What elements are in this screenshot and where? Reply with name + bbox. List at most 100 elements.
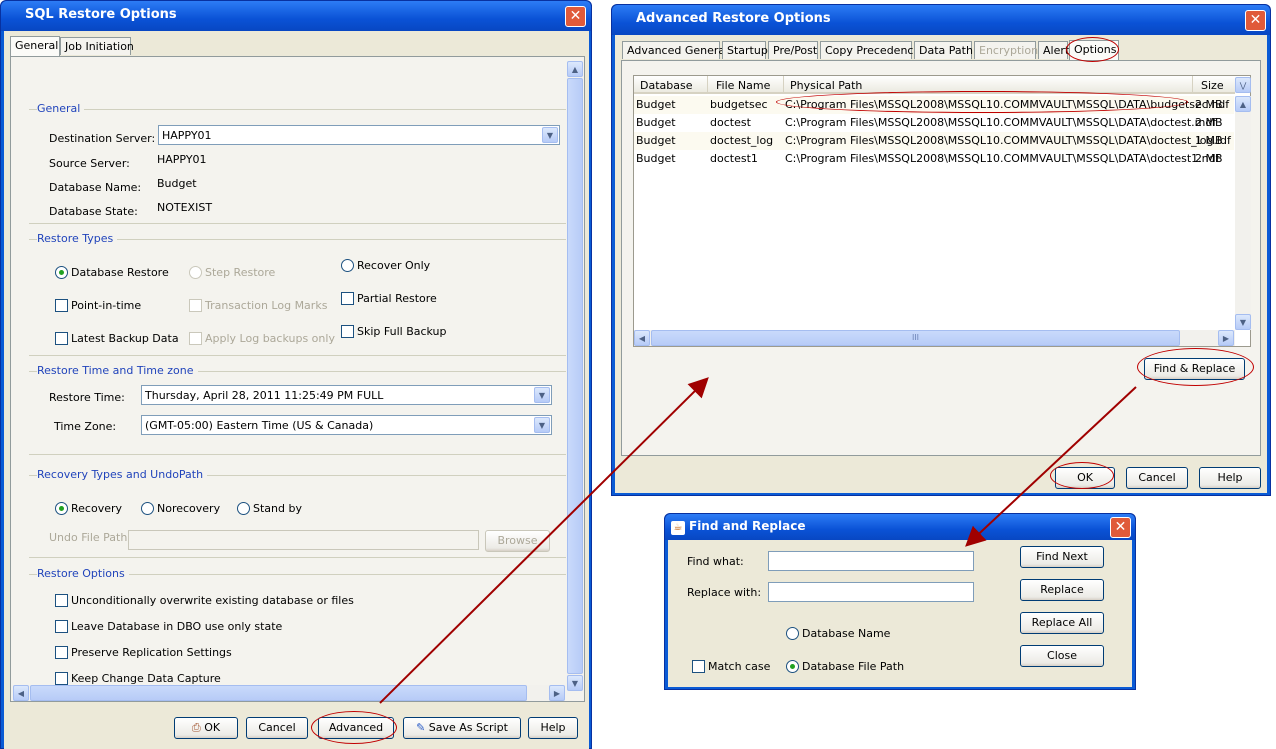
cancel-button[interactable]: Cancel (246, 717, 308, 739)
restore-time-combo[interactable]: Thursday, April 28, 2011 11:25:49 PM FUL… (141, 385, 552, 405)
close-button[interactable]: Close (1020, 645, 1104, 667)
norecovery-radio[interactable] (141, 502, 154, 515)
recovery-radio[interactable] (55, 502, 68, 515)
table-row[interactable]: Budget doctest1 C:\Program Files\MSSQL20… (634, 150, 1234, 168)
script-icon: ✎ (416, 721, 429, 734)
restore-time-value: Thursday, April 28, 2011 11:25:49 PM FUL… (145, 389, 384, 402)
tab-startup[interactable]: Startup (722, 41, 768, 59)
file-grid: Database File Name Physical Path Size ⋁ … (633, 75, 1251, 347)
recover-only-radio[interactable] (341, 259, 354, 272)
cell-database: Budget (636, 152, 676, 165)
database-restore-radio[interactable] (55, 266, 68, 279)
tab-copy-precedence[interactable]: Copy Precedence (820, 41, 920, 59)
col-size[interactable]: Size (1193, 76, 1235, 94)
close-icon[interactable]: ✕ (1245, 10, 1266, 31)
step-restore-label: Step Restore (205, 266, 276, 279)
destination-server-combo[interactable]: HAPPY01 ▼ (158, 125, 560, 145)
scroll-left-icon[interactable]: ◀ (13, 685, 29, 701)
time-zone-combo[interactable]: (GMT-05:00) Eastern Time (US & Canada) ▼ (141, 415, 552, 435)
scroll-down-icon[interactable]: ▼ (567, 675, 583, 691)
save-as-script-label: Save As Script (428, 721, 508, 734)
cell-database: Budget (636, 98, 676, 111)
point-in-time-checkbox[interactable] (55, 299, 68, 312)
table-row[interactable]: Budget doctest C:\Program Files\MSSQL200… (634, 114, 1234, 132)
scroll-down-icon[interactable]: ▼ (1235, 314, 1251, 330)
keep-change-data-capture-checkbox[interactable] (55, 672, 68, 685)
scroll-up-icon[interactable]: ▲ (567, 61, 583, 77)
tab-alert[interactable]: Alert (1038, 41, 1069, 59)
close-icon[interactable]: ✕ (565, 6, 586, 27)
save-as-script-button[interactable]: ✎ Save As Script (403, 717, 521, 739)
section-recovery-types: Recovery Types and UndoPath (37, 468, 208, 481)
chevron-down-icon[interactable]: ▼ (534, 417, 550, 433)
close-icon[interactable]: ✕ (1110, 517, 1131, 538)
horizontal-scrollbar[interactable]: ◀ ▶ (13, 685, 565, 701)
replace-with-input[interactable] (768, 582, 974, 602)
scroll-thumb[interactable] (567, 78, 583, 674)
transaction-log-marks-checkbox[interactable] (189, 299, 202, 312)
tab-general[interactable]: General (10, 36, 60, 57)
database-name-radio[interactable] (786, 627, 799, 640)
cell-size: 2 MB (1195, 116, 1223, 129)
help-button[interactable]: Help (528, 717, 578, 739)
tab-advanced-general[interactable]: Advanced General (622, 41, 728, 59)
find-next-button[interactable]: Find Next (1020, 546, 1104, 568)
tab-encryption[interactable]: Encryption (974, 41, 1038, 59)
tab-data-path[interactable]: Data Path (914, 41, 973, 59)
match-case-checkbox[interactable] (692, 660, 705, 673)
sql-restore-title: SQL Restore Options (1, 1, 591, 31)
find-replace-title: ☕ Find and Replace (665, 514, 1135, 540)
database-file-path-radio[interactable] (786, 660, 799, 673)
undo-file-path-input[interactable] (128, 530, 479, 550)
unconditionally-overwrite-checkbox[interactable] (55, 594, 68, 607)
col-file-name-label: File Name (716, 79, 771, 92)
general-tab-panel: General Destination Server: HAPPY01 ▼ So… (10, 56, 585, 702)
grid-horizontal-scrollbar[interactable]: ◀ III ▶ (634, 330, 1235, 346)
scroll-right-icon[interactable]: ▶ (549, 685, 565, 701)
section-restore-types: Restore Types (37, 232, 118, 245)
partial-restore-checkbox[interactable] (341, 292, 354, 305)
ok-button[interactable]: ⎙ OK (174, 717, 238, 739)
cell-size: 2 MB (1195, 152, 1223, 165)
scroll-thumb-horizontal[interactable] (30, 685, 527, 701)
skip-full-backup-label: Skip Full Backup (357, 325, 447, 338)
annotation-oval-ok (1050, 462, 1114, 489)
annotation-oval-find-replace (1137, 348, 1254, 386)
keep-change-data-capture-label: Keep Change Data Capture (71, 672, 221, 685)
column-chooser-icon[interactable]: ⋁ (1235, 77, 1251, 93)
skip-full-backup-checkbox[interactable] (341, 325, 354, 338)
latest-backup-data-checkbox[interactable] (55, 332, 68, 345)
stand-by-radio[interactable] (237, 502, 250, 515)
advanced-help-button[interactable]: Help (1199, 467, 1261, 489)
preserve-replication-checkbox[interactable] (55, 646, 68, 659)
tab-job-initiation[interactable]: Job Initiation (60, 37, 134, 55)
replace-button[interactable]: Replace (1020, 579, 1104, 601)
time-zone-value: (GMT-05:00) Eastern Time (US & Canada) (145, 419, 374, 432)
cell-file-name: doctest1 (710, 152, 758, 165)
tab-pre-post[interactable]: Pre/Post (768, 41, 818, 59)
grid-vertical-scrollbar[interactable]: ▲ ▼ (1235, 96, 1251, 330)
chevron-down-icon[interactable]: ▼ (534, 387, 550, 403)
match-case-label: Match case (708, 660, 771, 673)
find-replace-client: Find what: Replace with: Database Name M… (668, 540, 1132, 687)
scroll-grip-icon: III (911, 333, 920, 342)
vertical-scrollbar[interactable]: ▲ ▼ (567, 61, 583, 691)
col-file-name[interactable]: File Name (708, 76, 784, 94)
scroll-right-icon[interactable]: ▶ (1218, 330, 1234, 346)
scroll-left-icon[interactable]: ◀ (634, 330, 650, 346)
step-restore-radio[interactable] (189, 266, 202, 279)
grid-scroll-thumb[interactable]: III (651, 330, 1180, 346)
sql-restore-options-window: SQL Restore Options ✕ General Job Initia… (0, 0, 592, 749)
scroll-up-icon[interactable]: ▲ (1235, 96, 1251, 112)
find-what-input[interactable] (768, 551, 974, 571)
table-row[interactable]: Budget doctest_log C:\Program Files\MSSQ… (634, 132, 1234, 150)
col-database[interactable]: Database (634, 76, 708, 94)
latest-backup-data-label: Latest Backup Data (71, 332, 179, 345)
advanced-cancel-button[interactable]: Cancel (1126, 467, 1188, 489)
apply-log-backups-checkbox[interactable] (189, 332, 202, 345)
replace-all-button[interactable]: Replace All (1020, 612, 1104, 634)
chevron-down-icon[interactable]: ▼ (542, 127, 558, 143)
leave-dbo-only-checkbox[interactable] (55, 620, 68, 633)
annotation-oval-physical-path (776, 91, 1188, 113)
browse-button[interactable]: Browse (485, 530, 550, 552)
